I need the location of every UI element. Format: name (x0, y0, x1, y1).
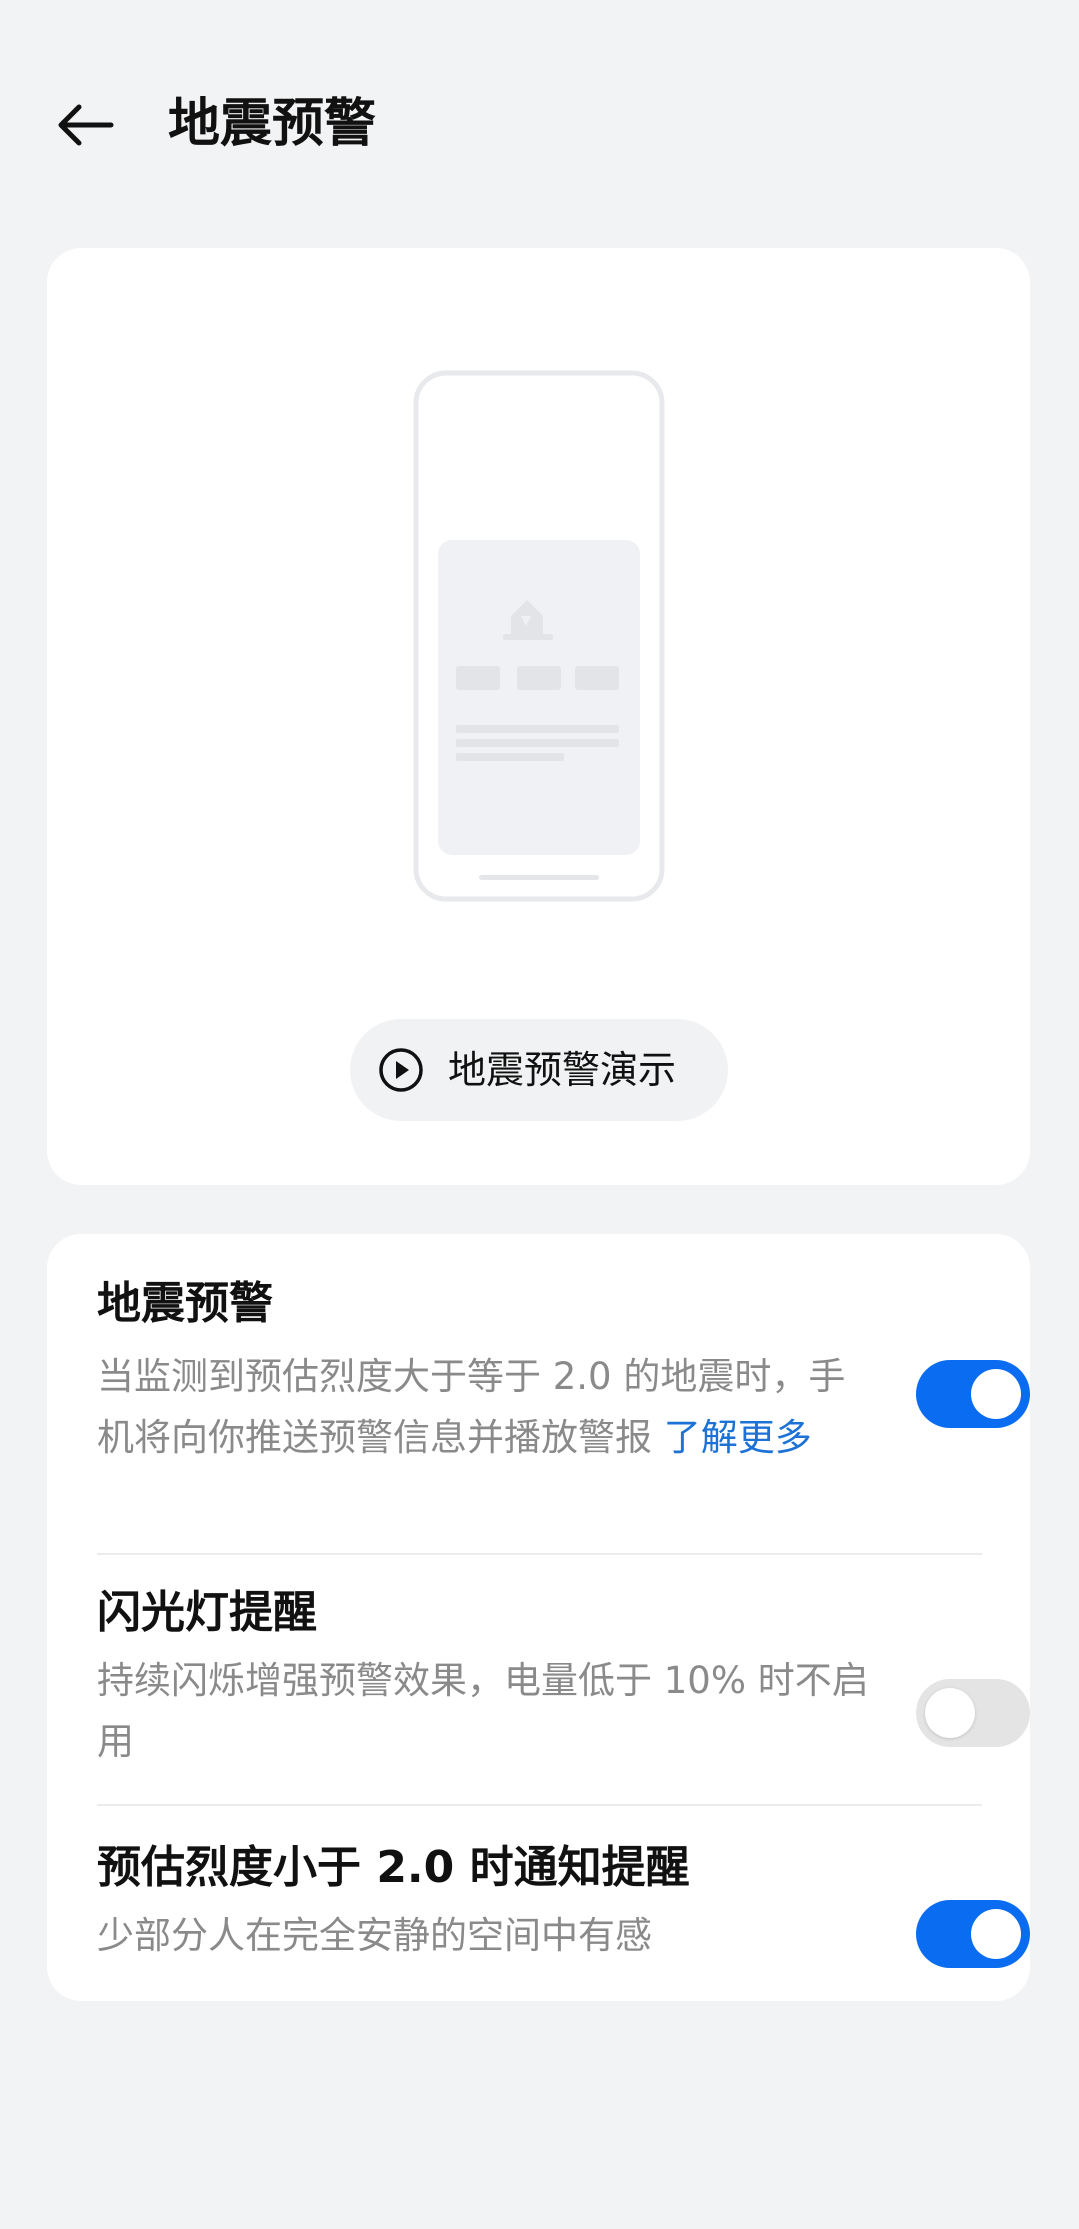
setting-row-earthquake-alert: 地震预警 当监测到预估烈度大于等于 2.0 的地震时，手机将向你推送预警信息并播… (47, 1234, 1030, 1554)
demo-play-button[interactable]: 地震预警演示 (350, 1019, 728, 1121)
earthquake-alert-toggle[interactable] (916, 1360, 1030, 1428)
demo-button-label: 地震预警演示 (448, 1048, 677, 1092)
setting-row-flashlight-alert: 闪光灯提醒 持续闪烁增强预警效果，电量低于 10% 时不启用 (47, 1555, 1030, 1805)
flashlight-alert-toggle[interactable] (916, 1679, 1030, 1747)
setting-title: 地震预警 (97, 1278, 273, 1329)
arrow-left-icon (58, 104, 114, 146)
setting-row-low-intensity-notify: 预估烈度小于 2.0 时通知提醒 少部分人在完全安静的空间中有感 (47, 1806, 1030, 2001)
phone-alert-illustration (413, 370, 665, 902)
setting-title: 预估烈度小于 2.0 时通知提醒 (97, 1842, 690, 1893)
play-circle-icon (378, 1047, 424, 1093)
learn-more-link[interactable]: 了解更多 (664, 1416, 812, 1459)
toggle-knob (971, 1369, 1021, 1419)
setting-title: 闪光灯提醒 (97, 1587, 317, 1638)
setting-description: 当监测到预估烈度大于等于 2.0 的地震时，手机将向你推送预警信息并播放警报 了… (97, 1346, 877, 1468)
page-title: 地震预警 (168, 94, 377, 154)
toggle-knob (925, 1688, 975, 1738)
app-header: 地震预警 (0, 0, 1079, 250)
toggle-knob (971, 1909, 1021, 1959)
setting-description: 持续闪烁增强预警效果，电量低于 10% 时不启用 (97, 1659, 869, 1763)
low-intensity-notify-toggle[interactable] (916, 1900, 1030, 1968)
back-button[interactable] (40, 85, 130, 165)
setting-description: 少部分人在完全安静的空间中有感 (97, 1914, 652, 1957)
